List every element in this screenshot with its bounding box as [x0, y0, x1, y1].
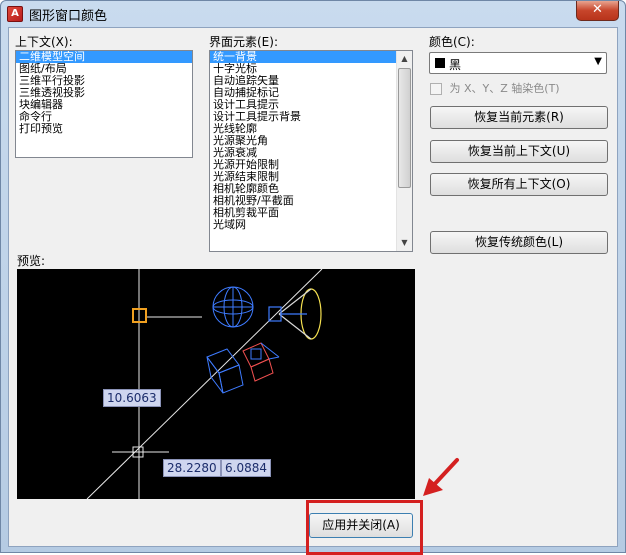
scroll-up-icon[interactable]: ▲: [397, 51, 412, 67]
interface-elements-listbox[interactable]: 统一背景 十字光标 自动追踪矢量 自动捕捉标记 设计工具提示 设计工具提示背景 光线轮廓 光源…: [209, 50, 413, 252]
context-list-item[interactable]: 命令行: [16, 111, 192, 123]
context-list-item[interactable]: 三维透视投影: [16, 87, 192, 99]
context-label: 上下文(X):: [15, 35, 73, 49]
spotlight-cone-icon: [268, 288, 322, 340]
interface-element-list-item[interactable]: 光源结束限制: [210, 171, 396, 183]
restore-current-context-button[interactable]: 恢复当前上下文(U): [430, 140, 608, 163]
context-list-item[interactable]: 块编辑器: [16, 99, 192, 111]
annotation-arrow-icon: [423, 458, 459, 496]
interface-element-list-item[interactable]: 光源衰减: [210, 147, 396, 159]
context-list-item[interactable]: 三维平行投影: [16, 75, 192, 87]
interface-element-list-item[interactable]: 设计工具提示背景: [210, 111, 396, 123]
interface-element-list-item[interactable]: 统一背景: [210, 51, 396, 63]
preview-canvas: 10.6063 28.2280 6.0884: [17, 269, 415, 499]
scroll-down-icon[interactable]: ▼: [397, 235, 412, 251]
elements-scrollbar[interactable]: ▲ ▼: [396, 51, 412, 251]
interface-element-list-item[interactable]: 相机视野/平截面: [210, 195, 396, 207]
interface-element-list-item[interactable]: 相机轮廓颜色: [210, 183, 396, 195]
restore-current-element-button[interactable]: 恢复当前元素(R): [430, 106, 608, 129]
tint-axes-option: 为 X、Y、Z 轴染色(T): [430, 80, 560, 96]
context-list-item[interactable]: 图纸/布局: [16, 63, 192, 75]
interface-element-list-item[interactable]: 相机剪裁平面: [210, 207, 396, 219]
light-sphere-icon: [212, 286, 254, 328]
restore-all-contexts-button[interactable]: 恢复所有上下文(O): [430, 173, 608, 196]
interface-element-list-item[interactable]: 光源开始限制: [210, 159, 396, 171]
interface-element-list-item[interactable]: 光源聚光角: [210, 135, 396, 147]
dimension-readout-3: 6.0884: [221, 459, 271, 477]
window-title: 图形窗口颜色: [29, 9, 108, 24]
annotation-highlight-box: [306, 500, 423, 555]
color-label: 颜色(C):: [429, 35, 475, 49]
tint-axes-label: 为 X、Y、Z 轴染色(T): [449, 82, 560, 95]
interface-elements-label: 界面元素(E):: [209, 35, 278, 49]
restore-classic-colors-button[interactable]: 恢复传统颜色(L): [430, 231, 608, 254]
dimension-readout-1: 10.6063: [103, 389, 161, 407]
tint-axes-checkbox[interactable]: [430, 83, 442, 95]
graphics-window-color-dialog: A 图形窗口颜色 ✕ 上下文(X): 二维模型空间 图纸/布局 三维平行投影 三维透视…: [0, 0, 626, 555]
dialog-body: 上下文(X): 二维模型空间 图纸/布局 三维平行投影 三维透视投影 块编辑器 命令行 打印…: [8, 27, 618, 555]
interface-element-list-item[interactable]: 光线轮廓: [210, 123, 396, 135]
close-button[interactable]: ✕: [576, 1, 619, 21]
color-swatch: [435, 58, 445, 68]
interface-element-list-item[interactable]: 自动捕捉标记: [210, 87, 396, 99]
interface-element-list-item[interactable]: 光域网: [210, 219, 396, 231]
autocad-app-icon: A: [7, 6, 23, 22]
chevron-down-icon: ▼: [594, 56, 602, 67]
camera-glyph-icon: [206, 342, 280, 394]
scroll-thumb[interactable]: [398, 68, 411, 188]
color-value: 黑: [449, 58, 462, 72]
interface-element-list-item[interactable]: 设计工具提示: [210, 99, 396, 111]
preview-label: 预览:: [17, 254, 46, 268]
context-listbox[interactable]: 二维模型空间 图纸/布局 三维平行投影 三维透视投影 块编辑器 命令行 打印预览: [15, 50, 193, 158]
color-dropdown[interactable]: 黑 ▼: [429, 52, 607, 74]
context-list-item[interactable]: 打印预览: [16, 123, 192, 135]
interface-element-list-item[interactable]: 自动追踪矢量: [210, 75, 396, 87]
title-bar: A 图形窗口颜色 ✕: [1, 1, 625, 27]
context-list-item[interactable]: 二维模型空间: [16, 51, 192, 63]
dimension-readout-2: 28.2280: [163, 459, 221, 477]
interface-element-list-item[interactable]: 十字光标: [210, 63, 396, 75]
